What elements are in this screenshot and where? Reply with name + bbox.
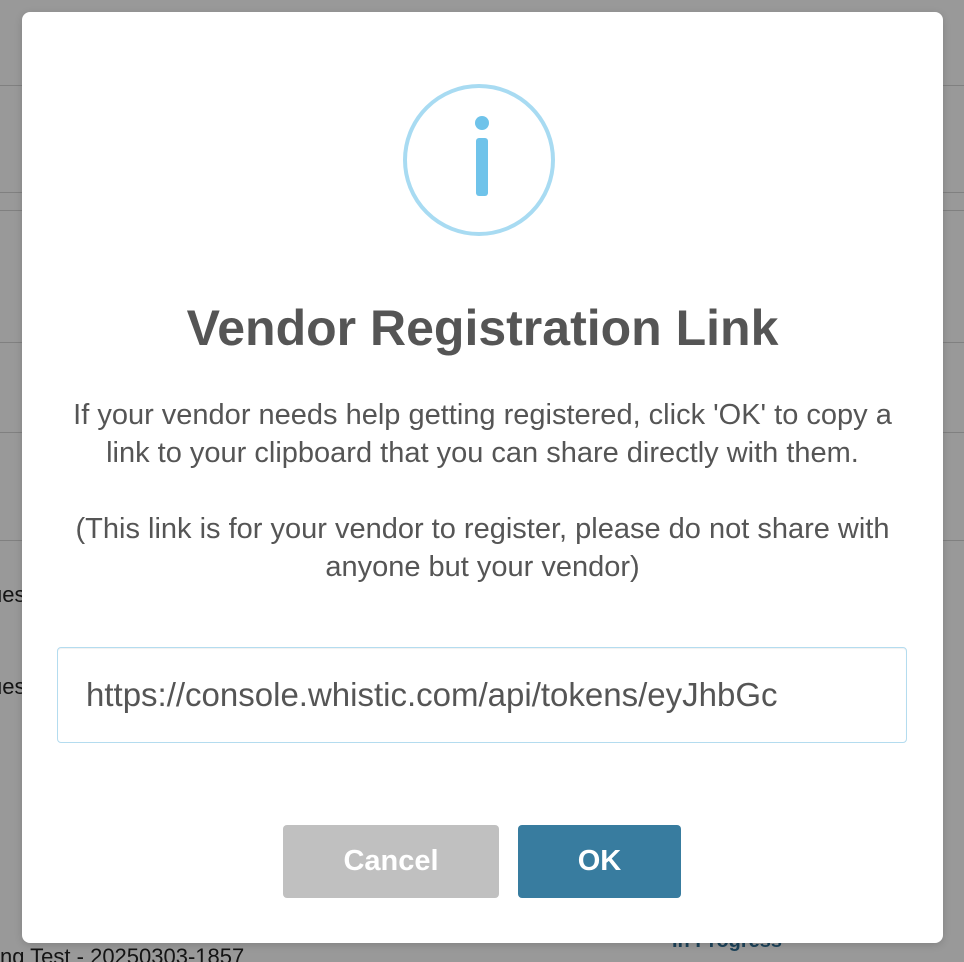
dialog-title: Vendor Registration Link (186, 300, 779, 356)
dialog-note: (This link is for your vendor to registe… (75, 513, 890, 583)
info-icon-dot (475, 116, 489, 130)
info-icon-bar (476, 138, 488, 196)
cancel-button[interactable]: Cancel (283, 825, 499, 898)
info-icon (403, 84, 555, 236)
dialog-message: If your vendor needs help getting regist… (73, 399, 892, 469)
registration-link-field[interactable] (57, 647, 907, 743)
ok-button[interactable]: OK (518, 825, 681, 898)
dialog-body: If your vendor needs help getting regist… (62, 396, 903, 586)
vendor-registration-dialog: Vendor Registration Link If your vendor … (22, 12, 943, 943)
